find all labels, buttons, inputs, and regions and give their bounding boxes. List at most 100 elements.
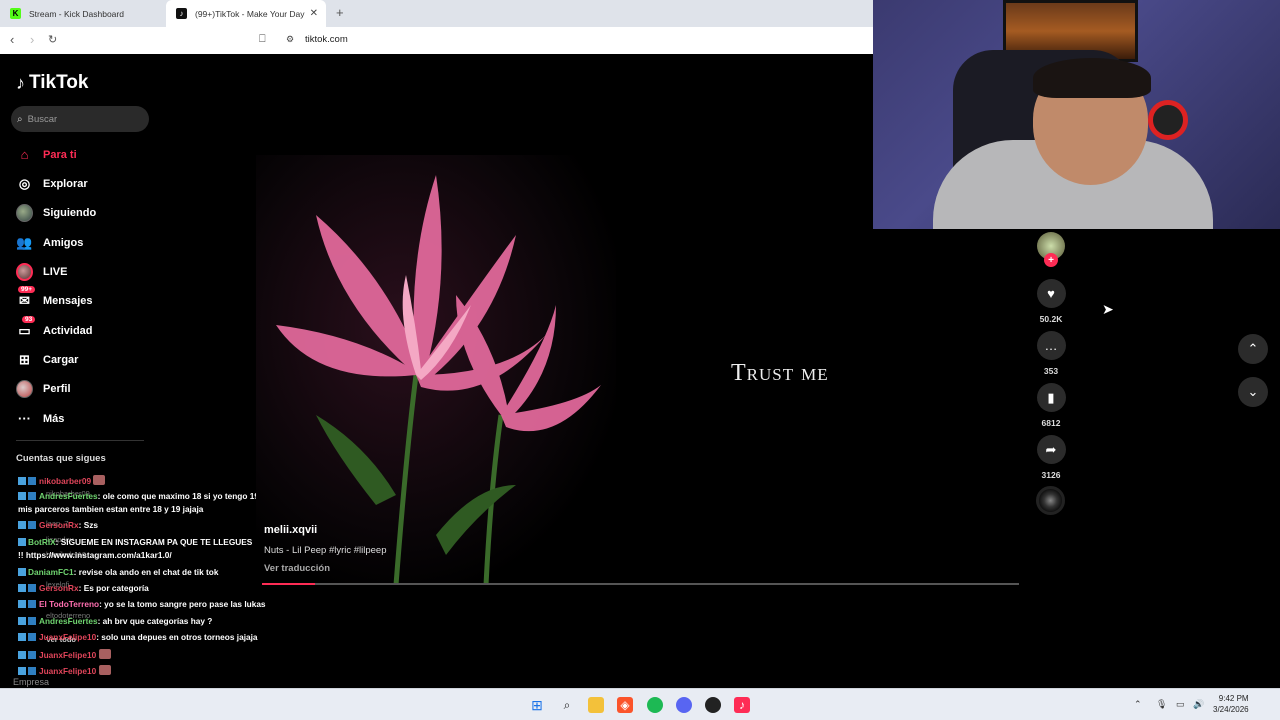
video-description: Nuts - Lil Peep #lyric #lilpeep: [264, 545, 387, 556]
messages-icon: ✉ 99+: [16, 286, 36, 309]
spotify-icon[interactable]: [647, 697, 663, 713]
sidebar-item-label: Mensajes: [43, 294, 93, 307]
emote-icon: [98, 665, 111, 675]
comment-action[interactable]: … 353: [1036, 331, 1066, 376]
close-tab-icon[interactable]: ✕: [310, 8, 318, 19]
chat-message: GersonRx: Es por categoría: [18, 583, 149, 594]
save-action[interactable]: ▮ 6812: [1036, 383, 1066, 428]
live-avatar-icon: [16, 262, 33, 281]
sidebar-item-actividad[interactable]: ▭ 93 Actividad: [16, 316, 93, 339]
video-progress-bar[interactable]: [262, 583, 1019, 585]
bookmark-icon[interactable]: ▮: [1036, 383, 1066, 412]
windows-start-icon[interactable]: ⊞: [529, 697, 545, 713]
video-author[interactable]: melii.xqvii: [264, 524, 317, 536]
friends-icon: 👥: [16, 234, 33, 250]
sidebar-item-perfil[interactable]: Perfil: [16, 379, 71, 398]
chat-message: !! https://www.instagram.com/a1kar1.0/: [18, 550, 172, 560]
streamer-hair: [1033, 58, 1151, 98]
reload-icon[interactable]: ↻: [48, 33, 57, 46]
sidebar-item-label: Cargar: [43, 353, 79, 366]
browser-tab-bar: K Stream - Kick Dashboard ♪ (99+)TikTok …: [0, 0, 873, 27]
video-progress-fill: [262, 583, 315, 585]
sidebar-item-explorar[interactable]: ◎ Explorar: [16, 175, 88, 192]
home-icon: ⌂: [20, 147, 29, 162]
messages-badge: 99+: [18, 286, 36, 293]
profile-avatar-icon: [16, 379, 33, 398]
share-count: 3126: [1041, 470, 1061, 480]
bookmark-icon[interactable]: ⎕: [259, 33, 266, 46]
tray-overflow-icon[interactable]: ⌃: [1134, 699, 1142, 710]
sidebar-item-mas[interactable]: ··· Más: [16, 410, 64, 427]
follow-plus-icon[interactable]: +: [1044, 253, 1058, 267]
chat-message: AndresFuertes: ole como que maximo 18 si…: [18, 491, 266, 502]
browser-nav-bar: ‹ › ↻ ⎕ ⚙ tiktok.com: [0, 27, 873, 54]
search-icon: ⌕: [17, 113, 23, 125]
more-icon: ···: [18, 411, 31, 426]
sidebar-item-siguiendo[interactable]: Siguiendo: [16, 203, 97, 222]
clock[interactable]: 9:42 PM 3/24/2026: [1213, 694, 1249, 716]
chat-message: JuanxFelipe10: [18, 665, 111, 677]
upload-icon: ⊞: [19, 351, 30, 367]
comment-count: 353: [1043, 366, 1059, 376]
sidebar-item-label: Siguiendo: [43, 206, 97, 219]
chat-message: BotRIX: SIGUEME EN INSTAGRAM PA QUE TE L…: [18, 537, 252, 548]
search-icon[interactable]: ⌕: [559, 697, 575, 713]
share-action[interactable]: ➦ 3126: [1036, 435, 1066, 480]
previous-video-button[interactable]: ⌃: [1238, 334, 1268, 364]
tiktok-note-icon: ♪: [16, 72, 25, 93]
sidebar-divider: [16, 440, 144, 441]
search-input[interactable]: ⌕ Buscar: [11, 106, 149, 132]
sidebar-item-cargar[interactable]: ⊞ Cargar: [16, 351, 78, 368]
clock-time: 9:42 PM: [1218, 694, 1249, 703]
video-overlay-text: Trust me: [731, 360, 829, 386]
mouse-cursor-icon: ➤: [1102, 301, 1114, 317]
tiktok-logo[interactable]: ♪ TikTok: [16, 72, 88, 94]
chat-message: GersonRx: Szs: [18, 520, 98, 531]
tab-tiktok[interactable]: ♪ (99+)TikTok - Make Your Day ✕: [166, 0, 326, 27]
tiktok-favicon-icon: ♪: [176, 8, 187, 19]
emote-icon: [98, 649, 111, 659]
address-bar[interactable]: tiktok.com: [305, 34, 348, 45]
microphone-icon[interactable]: 🎙: [1156, 699, 1167, 710]
save-count: 6812: [1041, 418, 1061, 428]
obs-icon[interactable]: [705, 697, 721, 713]
sidebar-item-label: Perfil: [43, 382, 71, 395]
footer-link-empresa[interactable]: Empresa: [13, 677, 49, 687]
share-icon[interactable]: ➦: [1036, 435, 1066, 464]
music-disc-icon[interactable]: [1036, 486, 1065, 515]
sidebar-item-para-ti[interactable]: ⌂ Para ti: [16, 146, 77, 163]
forward-icon[interactable]: ›: [30, 32, 34, 47]
file-explorer-icon[interactable]: [588, 697, 604, 713]
sidebar-item-amigos[interactable]: 👥 Amigos: [16, 234, 83, 251]
following-accounts-title: Cuentas que sigues: [16, 453, 106, 464]
like-action[interactable]: ♥ 50.2K: [1036, 279, 1066, 324]
like-count: 50.2K: [1039, 314, 1063, 324]
chat-message: El TodoTerreno: yo se la tomo sangre per…: [18, 599, 266, 610]
compass-icon: ◎: [18, 175, 31, 191]
chat-message: AndresFuertes: ah brv que categorías hay…: [18, 616, 212, 627]
comment-icon[interactable]: …: [1036, 331, 1066, 360]
activity-badge: 93: [22, 316, 36, 323]
tiktok-app-icon[interactable]: ♪: [734, 697, 750, 713]
discord-icon[interactable]: [676, 697, 692, 713]
webcam-overlay: [873, 0, 1280, 229]
next-video-button[interactable]: ⌄: [1238, 377, 1268, 407]
network-icon[interactable]: ▭: [1176, 699, 1185, 710]
tab-title: (99+)TikTok - Make Your Day: [195, 8, 305, 19]
site-info-icon[interactable]: ⚙: [286, 34, 294, 45]
volume-icon[interactable]: 🔊: [1193, 699, 1204, 710]
lily-flower-image: [276, 175, 601, 585]
sidebar-item-label: Actividad: [43, 324, 93, 337]
sidebar-item-mensajes[interactable]: ✉ 99+ Mensajes: [16, 286, 93, 309]
video-frame: [256, 155, 616, 585]
new-tab-button[interactable]: +: [336, 5, 344, 20]
brave-browser-icon[interactable]: ◈: [617, 697, 633, 713]
brand-name: TikTok: [29, 72, 89, 93]
tab-kick-dashboard[interactable]: K Stream - Kick Dashboard: [0, 0, 166, 27]
see-translation-link[interactable]: Ver traducción: [264, 563, 330, 574]
tab-title: Stream - Kick Dashboard: [29, 8, 124, 19]
sidebar-item-live[interactable]: LIVE: [16, 262, 67, 281]
heart-icon[interactable]: ♥: [1036, 279, 1066, 308]
chat-message: nikobarber09: [18, 475, 106, 487]
back-icon[interactable]: ‹: [10, 32, 14, 47]
